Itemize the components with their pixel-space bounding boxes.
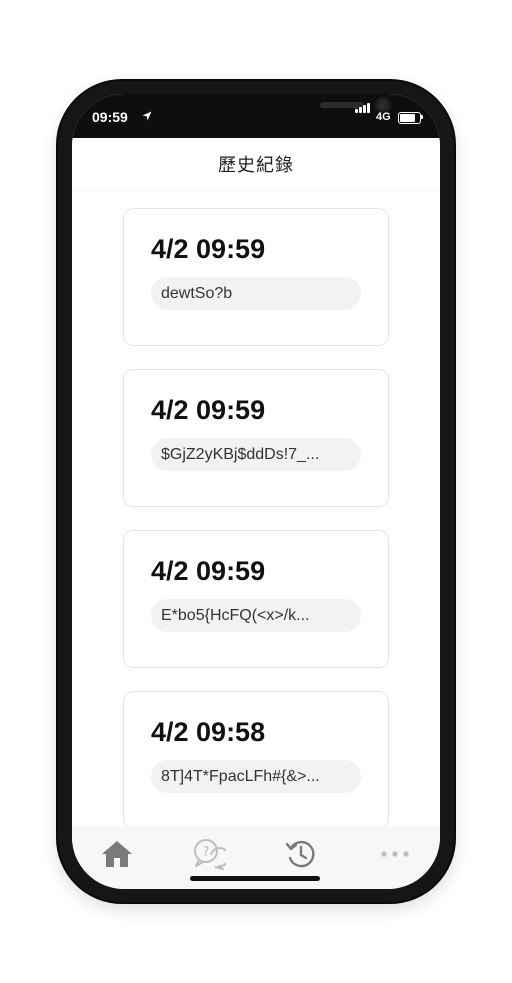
location-arrow-icon (142, 111, 152, 121)
history-text: $GjZ2yKBj$ddDs!7_... (161, 446, 320, 463)
home-icon (102, 841, 132, 867)
status-bar: 09:59 4G (72, 94, 440, 138)
page-title: 歷史紀錄 (218, 155, 294, 176)
battery-icon (398, 112, 421, 124)
history-text-pill: dewtSo?b (151, 277, 361, 310)
history-datetime: 4/2 09:59 (151, 395, 266, 425)
history-card[interactable]: 4/2 09:58 8T]4T*FpacLFh#{&>... (123, 691, 389, 826)
history-text: dewtSo?b (161, 285, 233, 302)
svg-text:?: ? (203, 845, 210, 860)
phone-frame: 09:59 4G 歷史紀錄 4/2 09:59 dewtSo?b 4/2 09:… (58, 81, 454, 902)
status-time: 09:59 (92, 109, 128, 125)
more-icon (381, 851, 409, 857)
tab-history[interactable] (278, 834, 324, 874)
speaker (320, 102, 364, 108)
tab-home[interactable] (94, 834, 140, 874)
history-datetime: 4/2 09:58 (151, 717, 266, 747)
history-card[interactable]: 4/2 09:59 E*bo5{HcFQ(<x>/k... (123, 530, 389, 668)
history-card[interactable]: 4/2 09:59 dewtSo?b (123, 208, 389, 346)
notch (157, 94, 391, 127)
history-text: E*bo5{HcFQ(<x>/k... (161, 607, 310, 624)
history-icon (285, 840, 315, 868)
tab-more[interactable] (372, 834, 418, 874)
tab-help[interactable]: ? (186, 834, 232, 874)
history-datetime: 4/2 09:59 (151, 556, 266, 586)
history-text-pill: 8T]4T*FpacLFh#{&>... (151, 760, 361, 793)
history-list[interactable]: 4/2 09:59 dewtSo?b 4/2 09:59 $GjZ2yKBj$d… (72, 190, 440, 826)
history-text-pill: E*bo5{HcFQ(<x>/k... (151, 599, 361, 632)
history-text: 8T]4T*FpacLFh#{&>... (161, 768, 320, 785)
app-screen: 09:59 4G 歷史紀錄 4/2 09:59 dewtSo?b 4/2 09:… (72, 94, 440, 889)
history-text-pill: $GjZ2yKBj$ddDs!7_... (151, 438, 361, 471)
help-chat-icon: ? (194, 839, 226, 870)
history-datetime: 4/2 09:59 (151, 234, 266, 264)
history-card[interactable]: 4/2 09:59 $GjZ2yKBj$ddDs!7_... (123, 369, 389, 507)
network-type: 4G (376, 111, 391, 123)
page-header: 歷史紀錄 (72, 138, 440, 190)
home-indicator[interactable] (190, 876, 320, 881)
